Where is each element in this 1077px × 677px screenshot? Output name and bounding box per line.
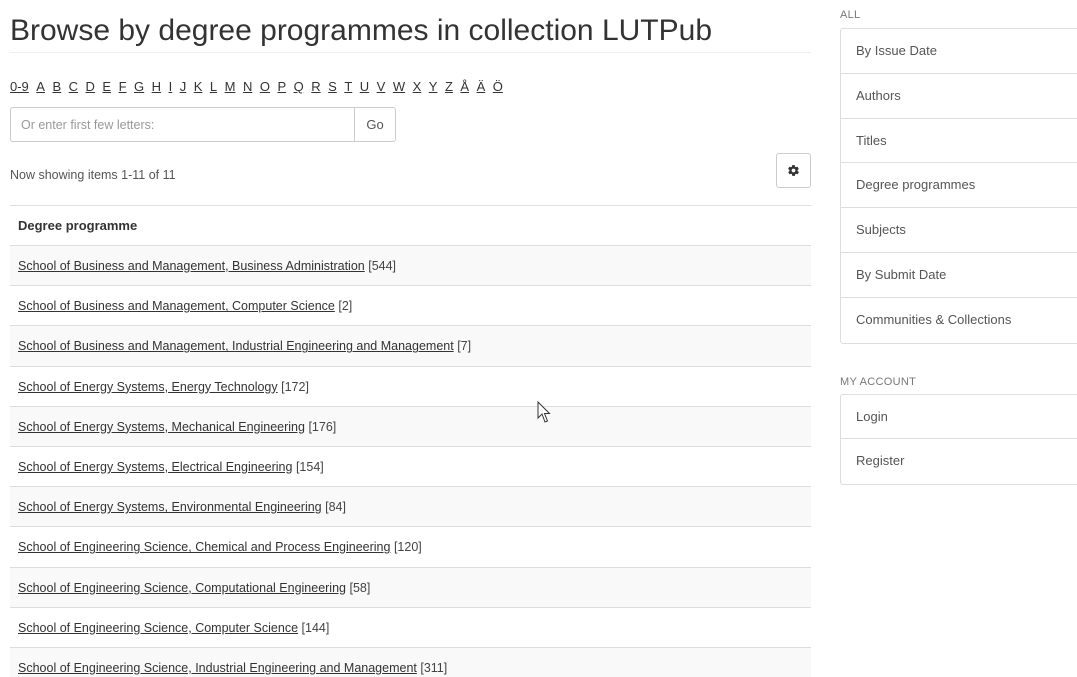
results-count: Now showing items 1-11 of 11 — [10, 168, 176, 182]
table-row: School of Energy Systems, Electrical Eng… — [10, 447, 811, 488]
alphabet-link[interactable]: A — [36, 79, 45, 94]
alphabet-link[interactable]: Ö — [493, 79, 503, 94]
sidebar-heading-my-account: MY ACCOUNT — [840, 375, 917, 388]
gear-icon — [788, 165, 799, 176]
alphabet-link[interactable]: R — [311, 79, 320, 94]
alphabet-link[interactable]: F — [119, 79, 127, 94]
item-count: [84] — [325, 500, 346, 515]
page-title: Browse by degree programmes in collectio… — [10, 0, 811, 53]
alphabet-link[interactable]: J — [180, 79, 187, 94]
table-row: School of Energy Systems, Mechanical Eng… — [10, 406, 811, 447]
alphabet-link[interactable]: C — [69, 79, 78, 94]
item-count: [120] — [393, 540, 422, 555]
table-row: School of Energy Systems, Environmental … — [10, 487, 811, 528]
degree-programme-link[interactable]: School of Engineering Science, Industria… — [18, 661, 417, 675]
alphabet-link[interactable]: T — [344, 79, 352, 94]
alphabet-link[interactable]: Z — [445, 79, 453, 94]
starts-with-form: Go — [10, 107, 396, 142]
sidebar-item-degree-programmes[interactable]: Degree programmes — [841, 163, 1077, 209]
table-row: School of Engineering Science, Computati… — [10, 567, 811, 608]
page: Browse by degree programmes in collectio… — [0, 0, 1077, 677]
alphabet-link[interactable]: M — [225, 79, 236, 94]
degree-programme-link[interactable]: School of Energy Systems, Environmental … — [18, 500, 322, 514]
browse-settings-button[interactable] — [776, 153, 811, 188]
table-row: School of Engineering Science, Chemical … — [10, 527, 811, 568]
sidebar-item-titles[interactable]: Titles — [841, 119, 1077, 164]
go-button[interactable]: Go — [354, 107, 396, 142]
sidebar-item-login[interactable]: Login — [841, 395, 1077, 440]
item-count: [176] — [308, 419, 337, 434]
degree-programme-link[interactable]: School of Energy Systems, Energy Technol… — [18, 380, 278, 394]
alphabet-link[interactable]: O — [260, 79, 270, 94]
item-count: [2] — [338, 299, 353, 314]
alphabet-link[interactable]: Å — [460, 79, 469, 94]
table-row: School of Energy Systems, Energy Technol… — [10, 367, 811, 407]
table-row: School of Engineering Science, Computer … — [10, 608, 811, 648]
sidebar-item-register[interactable]: Register — [841, 439, 1077, 484]
degree-programme-link[interactable]: School of Engineering Science, Chemical … — [18, 540, 390, 554]
alphabet-link[interactable]: S — [328, 79, 337, 94]
starts-with-input[interactable] — [10, 107, 354, 142]
alphabet-link[interactable]: P — [277, 79, 286, 94]
sidebar-item-by-issue-date[interactable]: By Issue Date — [841, 29, 1077, 74]
item-count: [544] — [368, 259, 397, 273]
degree-programme-link[interactable]: School of Energy Systems, Mechanical Eng… — [18, 420, 305, 434]
sidebar-heading-all: ALL — [840, 9, 861, 21]
table-body: School of Business and Management, Busin… — [10, 246, 811, 677]
alphabet-link[interactable]: 0-9 — [10, 79, 29, 94]
sidebar-item-communities-collections[interactable]: Communities & Collections — [841, 298, 1077, 343]
degree-programme-link[interactable]: School of Business and Management, Busin… — [18, 259, 365, 273]
alphabet-link[interactable]: N — [243, 79, 252, 94]
item-count: [58] — [349, 580, 371, 595]
account-list: Login Register — [840, 393, 1077, 486]
alphabet-link[interactable]: X — [413, 79, 422, 94]
alphabet-link[interactable]: H — [152, 79, 161, 94]
degree-programme-link[interactable]: School of Engineering Science, Computati… — [18, 581, 346, 595]
alphabet-link[interactable]: I — [169, 79, 173, 94]
alphabet-link[interactable]: B — [52, 79, 61, 94]
table-header: Degree programme — [10, 206, 811, 246]
alphabet-jump-nav: 0-9 A B C D E F G H I J K L M N O P Q R S T U V W X Y Z Å Ä Ö — [10, 79, 811, 95]
item-count: [7] — [457, 339, 472, 354]
sidebar: ALL By Issue Date Authors Titles Degree pro… — [840, 0, 1077, 486]
alphabet-link[interactable]: G — [134, 79, 144, 94]
alphabet-link[interactable]: K — [194, 79, 203, 94]
degree-programme-link[interactable]: School of Energy Systems, Electrical Eng… — [18, 460, 292, 474]
degree-programme-link[interactable]: School of Business and Management, Compu… — [18, 299, 335, 313]
alphabet-link[interactable]: V — [377, 79, 386, 94]
degree-programme-link[interactable]: School of Business and Management, Indus… — [18, 339, 454, 353]
item-count: [144] — [301, 620, 330, 635]
table-row: School of Business and Management, Compu… — [10, 286, 811, 327]
degree-programme-table: Degree programme School of Business and … — [10, 205, 811, 677]
sidebar-item-authors[interactable]: Authors — [841, 74, 1077, 119]
item-count: [172] — [281, 379, 309, 394]
item-count: [311] — [420, 660, 448, 675]
alphabet-link[interactable]: U — [360, 79, 369, 94]
alphabet-link[interactable]: Q — [294, 79, 304, 94]
alphabet-link[interactable]: Y — [429, 79, 438, 94]
results-bar: Now showing items 1-11 of 11 — [10, 153, 811, 193]
browse-list: By Issue Date Authors Titles Degree program… — [840, 28, 1077, 344]
sidebar-item-subjects[interactable]: Subjects — [841, 208, 1077, 253]
alphabet-link[interactable]: Ä — [477, 79, 486, 94]
alphabet-link[interactable]: D — [86, 79, 95, 94]
degree-programme-link[interactable]: School of Engineering Science, Computer … — [18, 621, 298, 635]
alphabet-link[interactable]: W — [393, 79, 405, 94]
alphabet-link[interactable]: E — [102, 79, 111, 94]
item-count: [154] — [295, 459, 324, 474]
table-row: School of Business and Management, Busin… — [10, 246, 811, 287]
sidebar-item-by-submit-date[interactable]: By Submit Date — [841, 253, 1077, 298]
main-content: Browse by degree programmes in collectio… — [10, 0, 811, 677]
alphabet-link[interactable]: L — [210, 79, 217, 94]
table-row: School of Engineering Science, Industria… — [10, 647, 811, 677]
table-row: School of Business and Management, Indus… — [10, 326, 811, 367]
